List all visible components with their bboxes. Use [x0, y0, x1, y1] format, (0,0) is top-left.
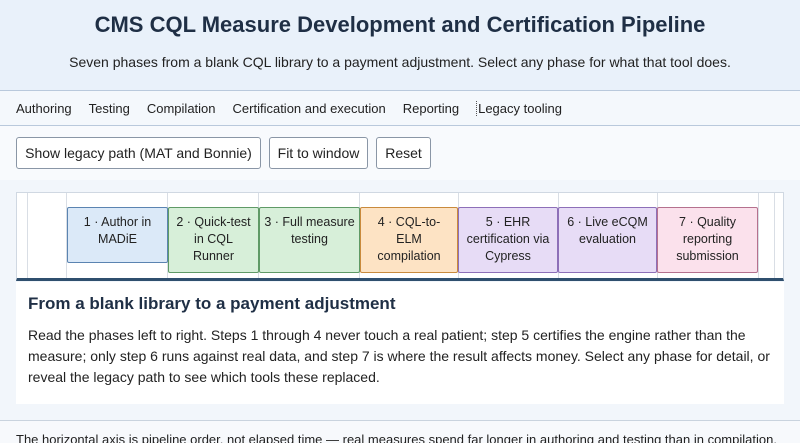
nav-item-certification-and-execution[interactable]: Certification and execution [233, 101, 386, 116]
phase-5-ehr-certification-cypress[interactable]: 5 · EHR certification via Cypress [458, 207, 558, 273]
nav-item-reporting[interactable]: Reporting [403, 101, 459, 116]
phase-detail-panel: From a blank library to a payment adjust… [16, 282, 784, 404]
timeline-gridline [27, 193, 28, 278]
pipeline-timeline: 1 · Author in MADiE 2 · Quick-test in CQ… [16, 192, 784, 281]
timeline-gridline [774, 193, 775, 278]
phase-2-quick-test-cql-runner[interactable]: 2 · Quick-test in CQL Runner [168, 207, 259, 273]
phase-7-quality-reporting-submission[interactable]: 7 · Quality reporting submission [657, 207, 758, 273]
nav-item-compilation[interactable]: Compilation [147, 101, 216, 116]
detail-body: Read the phases left to right. Steps 1 t… [28, 327, 770, 385]
timeline-gridline [758, 193, 759, 278]
category-nav: Authoring Testing Compilation Certificat… [0, 90, 800, 126]
fit-to-window-button[interactable]: Fit to window [269, 137, 368, 169]
phase-1-author-in-madie[interactable]: 1 · Author in MADiE [67, 207, 168, 263]
nav-item-testing[interactable]: Testing [89, 101, 130, 116]
reset-button[interactable]: Reset [376, 137, 431, 169]
detail-title: From a blank library to a payment adjust… [28, 294, 396, 313]
show-legacy-path-button[interactable]: Show legacy path (MAT and Bonnie) [16, 137, 261, 169]
controls-bar: Show legacy path (MAT and Bonnie) Fit to… [0, 126, 800, 180]
page-subtitle: Seven phases from a blank CQL library to… [69, 54, 731, 70]
phase-6-live-ecqm-evaluation[interactable]: 6 · Live eCQM evaluation [558, 207, 657, 273]
phase-3-full-measure-testing[interactable]: 3 · Full measure testing [259, 207, 360, 273]
nav-item-legacy-tooling[interactable]: Legacy tooling [476, 100, 562, 116]
axis-footnote: The horizontal axis is pipeline order, n… [0, 420, 800, 443]
page-title: CMS CQL Measure Development and Certific… [94, 12, 706, 37]
page-header: CMS CQL Measure Development and Certific… [0, 0, 800, 90]
phase-4-cql-to-elm-compilation[interactable]: 4 · CQL-to-ELM compilation [360, 207, 458, 273]
nav-item-authoring[interactable]: Authoring [16, 101, 72, 116]
